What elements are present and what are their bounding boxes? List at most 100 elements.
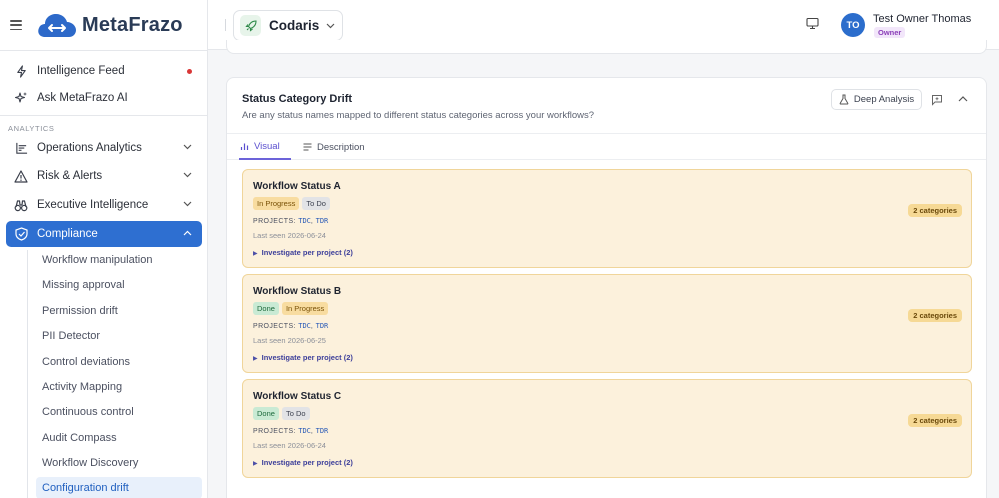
alert-dot	[187, 69, 192, 74]
category-badges: In Progress To Do	[253, 197, 330, 210]
binoculars-icon	[14, 198, 28, 212]
status-card: Workflow Status C Done To Do PROJECTS: T…	[242, 379, 972, 478]
menu-icon[interactable]	[10, 20, 22, 30]
investigate-toggle[interactable]: ▶ Investigate per project (2)	[253, 248, 353, 257]
text-lines-icon	[303, 143, 312, 151]
sidebar-header: MetaFrazo	[0, 0, 207, 50]
deep-analysis-button[interactable]: Deep Analysis	[831, 89, 922, 110]
project-key: TDR	[315, 427, 329, 435]
tab-label: Description	[317, 141, 365, 153]
warning-icon	[14, 169, 28, 183]
sidebar-item-executive-intelligence[interactable]: Executive Intelligence	[6, 192, 202, 218]
sidebar-subitem-pii-detector[interactable]: PII Detector	[36, 325, 202, 347]
monitor-icon[interactable]	[806, 17, 819, 30]
chart-icon	[14, 141, 28, 155]
bar-chart-icon	[240, 142, 249, 151]
sidebar-item-label: Compliance	[37, 228, 98, 240]
project-name: Codaris	[269, 18, 320, 33]
sidebar-subitem-audit-compass[interactable]: Audit Compass	[36, 427, 202, 449]
tab-description[interactable]: Description	[303, 134, 365, 160]
category-badge: In Progress	[281, 302, 329, 315]
projects-line: PROJECTS: TDC, TDR	[253, 217, 329, 225]
sidebar-item-operations-analytics[interactable]: Operations Analytics	[6, 135, 202, 161]
category-count-badge: 2 categories	[908, 309, 962, 322]
projects-prefix: PROJECTS:	[253, 218, 296, 225]
sidebar-item-compliance[interactable]: Compliance	[6, 221, 202, 247]
submenu-guide-line	[27, 250, 28, 498]
status-name: Workflow Status C	[253, 391, 342, 402]
chevron-up-icon[interactable]	[958, 95, 968, 102]
logo[interactable]: MetaFrazo	[36, 11, 183, 39]
previous-card	[226, 40, 987, 54]
projects-line: PROJECTS: TDC, TDR	[253, 427, 329, 435]
caret-right-icon: ▶	[253, 251, 258, 257]
sidebar-divider	[0, 115, 207, 116]
investigate-label: Investigate per project (2)	[261, 458, 353, 467]
sidebar-item-ask-ai[interactable]: Ask MetaFrazo AI	[6, 85, 202, 111]
section-label-analytics: ANALYTICS	[8, 124, 55, 133]
sidebar-subitem-control-deviations[interactable]: Control deviations	[36, 351, 202, 373]
project-selector[interactable]: Codaris	[233, 10, 343, 41]
status-category-drift-panel: Status Category Drift Are any status nam…	[226, 77, 987, 498]
investigate-label: Investigate per project (2)	[261, 353, 353, 362]
sidebar: MetaFrazo Intelligence Feed Ask MetaFraz…	[0, 0, 208, 498]
shield-icon	[14, 227, 28, 241]
sidebar-item-label: Intelligence Feed	[37, 65, 125, 77]
last-seen: Last seen 2026-06-25	[253, 336, 326, 345]
caret-right-icon: ▶	[253, 461, 258, 467]
sidebar-subitem-workflow-discovery[interactable]: Workflow Discovery	[36, 452, 202, 474]
projects-prefix: PROJECTS:	[253, 428, 296, 435]
category-badge: Done	[253, 407, 279, 420]
sidebar-subitem-configuration-drift[interactable]: Configuration drift	[36, 477, 202, 498]
sidebar-subitem-activity-mapping[interactable]: Activity Mapping	[36, 376, 202, 398]
project-key: TDC	[298, 322, 311, 330]
project-key: TDR	[315, 322, 329, 330]
status-name: Workflow Status A	[253, 181, 341, 192]
investigate-toggle[interactable]: ▶ Investigate per project (2)	[253, 353, 353, 362]
panel-title: Status Category Drift	[242, 93, 353, 105]
category-badge: In Progress	[253, 197, 300, 210]
sidebar-divider	[0, 50, 207, 51]
category-badge: To Do	[302, 197, 330, 210]
tab-visual[interactable]: Visual	[239, 134, 291, 160]
category-badge: Done	[253, 302, 279, 315]
chevron-down-icon	[183, 144, 192, 150]
sidebar-item-risk-alerts[interactable]: Risk & Alerts	[6, 163, 202, 189]
chevron-down-icon	[326, 23, 335, 28]
cloud-logo-icon	[38, 14, 76, 37]
user-role-badge: Owner	[874, 27, 906, 38]
project-key: TDC	[298, 217, 311, 225]
caret-right-icon: ▶	[253, 356, 258, 362]
investigate-toggle[interactable]: ▶ Investigate per project (2)	[253, 458, 353, 467]
chevron-down-icon	[183, 201, 192, 207]
last-seen: Last seen 2026-06-24	[253, 231, 326, 240]
sidebar-item-label: Risk & Alerts	[37, 170, 103, 182]
investigate-label: Investigate per project (2)	[261, 248, 353, 257]
category-badges: Done To Do	[253, 407, 310, 420]
projects-prefix: PROJECTS:	[253, 323, 296, 330]
sidebar-item-intelligence-feed[interactable]: Intelligence Feed	[6, 58, 202, 84]
sidebar-subitem-missing-approval[interactable]: Missing approval	[36, 274, 202, 296]
project-key: TDR	[315, 217, 329, 225]
sparkles-icon	[14, 91, 28, 105]
panel-subtitle: Are any status names mapped to different…	[242, 110, 595, 121]
tab-label: Visual	[254, 140, 280, 152]
category-count-badge: 2 categories	[908, 204, 962, 217]
sidebar-item-label: Executive Intelligence	[37, 199, 149, 211]
sidebar-item-label: Ask MetaFrazo AI	[37, 92, 128, 104]
status-card: Workflow Status A In Progress To Do PROJ…	[242, 169, 972, 268]
last-seen: Last seen 2026-06-24	[253, 441, 326, 450]
sidebar-item-label: Operations Analytics	[37, 142, 142, 154]
comment-icon[interactable]	[931, 94, 943, 106]
category-badge: To Do	[281, 407, 310, 420]
avatar[interactable]: TO	[841, 13, 865, 37]
sidebar-subitem-workflow-manipulation[interactable]: Workflow manipulation	[36, 249, 202, 271]
flask-icon	[839, 94, 849, 105]
status-card: Workflow Status B Done In Progress PROJE…	[242, 274, 972, 373]
sidebar-subitem-continuous-control[interactable]: Continuous control	[36, 401, 202, 423]
deep-analysis-label: Deep Analysis	[853, 94, 915, 105]
rocket-icon	[240, 15, 261, 36]
chevron-up-icon	[183, 230, 192, 236]
status-name: Workflow Status B	[253, 286, 342, 297]
sidebar-subitem-permission-drift[interactable]: Permission drift	[36, 300, 202, 322]
